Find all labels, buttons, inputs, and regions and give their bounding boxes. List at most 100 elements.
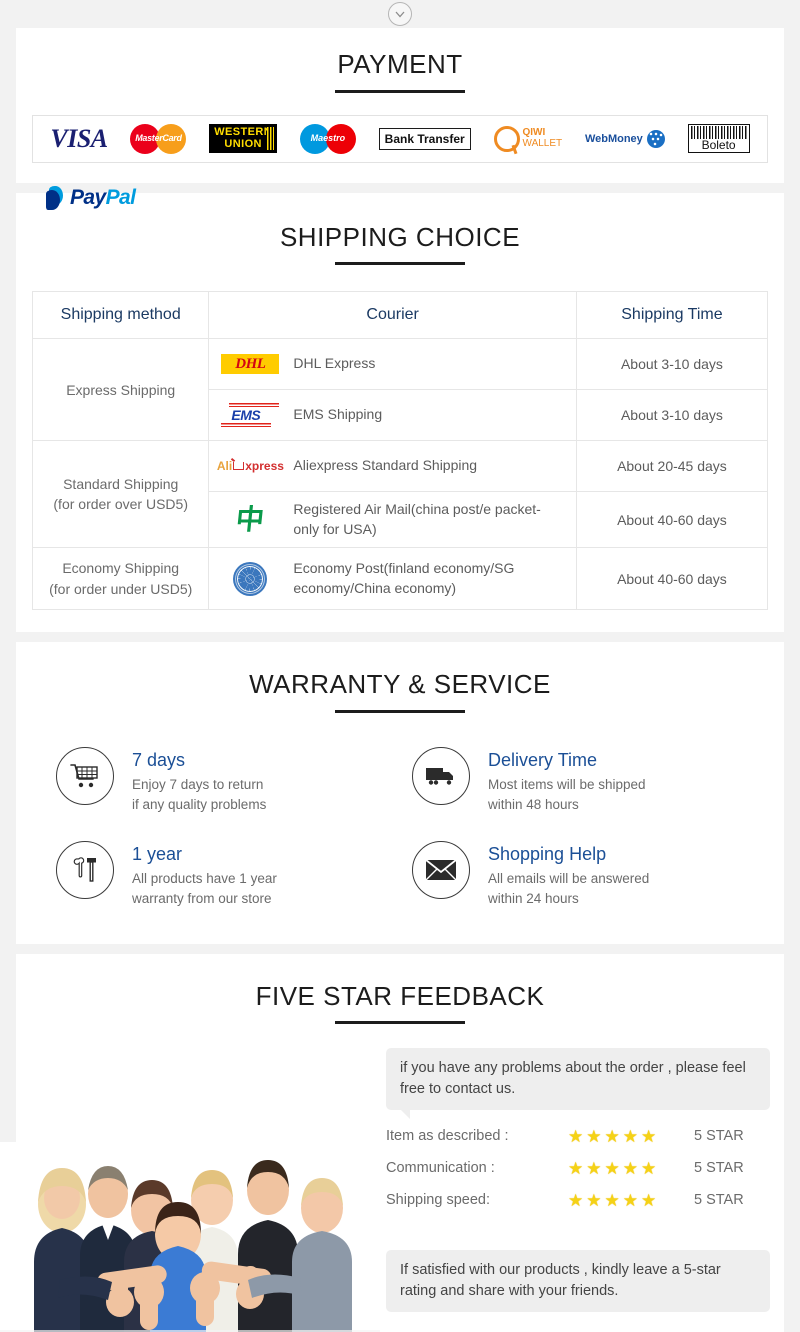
rating-stars: ★ ★ ★ ★ ★ [568, 1192, 694, 1209]
wu-label-bottom: UNION [224, 137, 262, 150]
shipping-section: SHIPPING CHOICE Shipping method Courier … [16, 192, 784, 632]
payment-method-boleto: Boleto [687, 120, 750, 158]
star-icon: ★ [622, 1190, 638, 1210]
star-icon: ★ [641, 1126, 657, 1146]
bank-transfer-icon: Bank Transfer [378, 127, 471, 150]
wu-label-top: WESTERN [214, 126, 273, 139]
star-icon: ★ [586, 1190, 602, 1210]
courier-name: DHL Express [293, 355, 376, 372]
warranty-item-title: 7 days [132, 749, 186, 770]
cell-shipping-time: About 3-10 days [575, 389, 769, 442]
warranty-grid: 7 days Enjoy 7 days to return if any qual… [56, 746, 744, 910]
col-header-shipping-method: Shipping method [31, 291, 210, 340]
cell-shipping-method: Economy Shipping (for order under USD5) [31, 547, 210, 610]
mastercard-icon: MasterCard [130, 123, 187, 154]
aliexpress-logo-icon: Ali xpress [216, 459, 284, 474]
star-icon: ★ [604, 1158, 620, 1178]
cell-courier: 中 Registered Air Mail(china post/e packe… [208, 491, 577, 549]
table-row: Standard Shipping (for order over USD5) A… [31, 440, 769, 549]
qiwi-wallet-icon: QIWI WALLET [493, 125, 563, 152]
rating-stars: ★ ★ ★ ★ ★ [568, 1160, 694, 1177]
paypal-label-b: Pal [105, 186, 136, 209]
tools-icon [56, 841, 114, 900]
rating-label: Shipping speed: [386, 1192, 490, 1209]
payment-section: PAYMENT VISA MasterCard WESTERN UNION Ma… [16, 28, 784, 183]
topbar [0, 0, 800, 28]
qiwi-label-bottom: WALLET [522, 137, 563, 149]
star-icon: ★ [604, 1126, 620, 1146]
boleto-label: Boleto [701, 138, 736, 152]
star-icon: ★ [641, 1190, 657, 1210]
visa-icon: VISA [50, 123, 108, 153]
rating-value: 5 STAR [694, 1128, 744, 1145]
rating-value: 5 STAR [694, 1192, 744, 1209]
payment-method-qiwi: QIWI WALLET [493, 120, 563, 158]
paypal-logo: PayPal [46, 186, 136, 210]
warranty-section: WARRANTY & SERVICE 7 days Enjoy 7 days t… [16, 641, 784, 944]
chevron-down-button[interactable] [388, 2, 412, 26]
shipping-table: Shipping method Courier Shipping Time Ex… [31, 291, 769, 610]
feedback-title: FIVE STAR FEEDBACK [255, 980, 545, 1011]
warranty-title: WARRANTY & SERVICE [249, 668, 551, 699]
delivery-truck-icon [412, 746, 470, 805]
boleto-icon: Boleto [687, 124, 750, 154]
cell-shipping-time: About 20-45 days [575, 440, 769, 493]
un-logo-icon [219, 561, 281, 596]
star-icon: ★ [568, 1126, 584, 1146]
rating-list: Item as described : ★ ★ ★ ★ ★ 5 STAR Communi… [386, 1120, 770, 1216]
warranty-item-desc: Enjoy 7 days to return if any quality pro… [132, 776, 267, 812]
envelope-icon [412, 841, 470, 900]
payment-method-bank-transfer: Bank Transfer [378, 120, 471, 158]
dhl-logo-icon: DHL [219, 347, 281, 381]
warranty-item-shopping-help: Shopping Help All emails will be answere… [412, 841, 744, 910]
star-icon: ★ [604, 1190, 620, 1210]
star-icon: ★ [641, 1158, 657, 1178]
page-root: PAYMENT VISA MasterCard WESTERN UNION Ma… [0, 0, 800, 1332]
star-icon: ★ [622, 1126, 638, 1146]
payment-title-rule [335, 89, 465, 93]
shopping-cart-icon [56, 746, 114, 805]
payment-title: PAYMENT [337, 49, 463, 79]
payment-methods-strip: VISA MasterCard WESTERN UNION Maestro Ba… [32, 114, 768, 163]
table-row: Economy Shipping (for order under USD5) E… [31, 547, 769, 610]
rating-row: Communication : ★ ★ ★ ★ ★ 5 STAR [386, 1152, 770, 1184]
shipping-title: SHIPPING CHOICE [279, 221, 521, 252]
people-illustration [0, 1142, 380, 1332]
rating-label: Communication : [386, 1160, 495, 1177]
happy-people-thumbs-up-photo [0, 1142, 380, 1332]
webmoney-icon: WebMoney [584, 129, 665, 148]
warranty-item-title: Shopping Help [488, 844, 607, 865]
cell-courier: DHL DHL Express [208, 338, 577, 391]
star-icon: ★ [586, 1158, 602, 1178]
warranty-item-delivery-time: Delivery Time Most items will be shipped… [412, 746, 744, 816]
paypal-icon [46, 186, 66, 210]
warranty-title-rule [335, 709, 465, 713]
courier-name: Aliexpress Standard Shipping [293, 457, 478, 474]
payment-method-mastercard: MasterCard [130, 120, 187, 158]
cell-courier: Economy Post(finland economy/SG economy/… [208, 547, 577, 610]
rating-label: Item as described : [386, 1128, 509, 1145]
payment-method-webmoney: WebMoney [585, 120, 665, 158]
rating-row: Item as described : ★ ★ ★ ★ ★ 5 STAR [386, 1120, 770, 1152]
cell-courier: Ali xpress Aliexpress Standard Shipping [208, 440, 577, 493]
rating-row: Shipping speed: ★ ★ ★ ★ ★ 5 STAR [386, 1184, 770, 1216]
cell-shipping-time: About 40-60 days [575, 491, 769, 549]
warranty-item-title: 1 year [132, 844, 183, 865]
rating-stars: ★ ★ ★ ★ ★ [568, 1128, 694, 1145]
webmoney-label: WebMoney [584, 132, 643, 145]
warranty-item-desc: All products have 1 year warranty from ou… [132, 871, 277, 907]
col-header-courier: Courier [208, 291, 577, 340]
china-post-logo-icon: 中 [234, 503, 267, 535]
paypal-label-a: Pay [70, 186, 106, 209]
chevron-down-icon [393, 7, 407, 21]
western-union-icon: WESTERN UNION [209, 124, 278, 154]
warranty-item-desc: All emails will be answered within 24 hou… [488, 871, 650, 907]
cell-shipping-time: About 3-10 days [575, 338, 769, 391]
payment-method-maestro: Maestro [299, 120, 356, 158]
warranty-item-title: Delivery Time [488, 749, 598, 770]
table-row: Express Shipping DHL DHL Express About 3… [31, 338, 769, 442]
table-header-row: Shipping method Courier Shipping Time [31, 291, 769, 340]
warranty-item-1-year: 1 year All products have 1 year warranty … [56, 841, 388, 910]
warranty-item-7-days: 7 days Enjoy 7 days to return if any qual… [56, 746, 388, 816]
star-icon: ★ [568, 1190, 584, 1210]
